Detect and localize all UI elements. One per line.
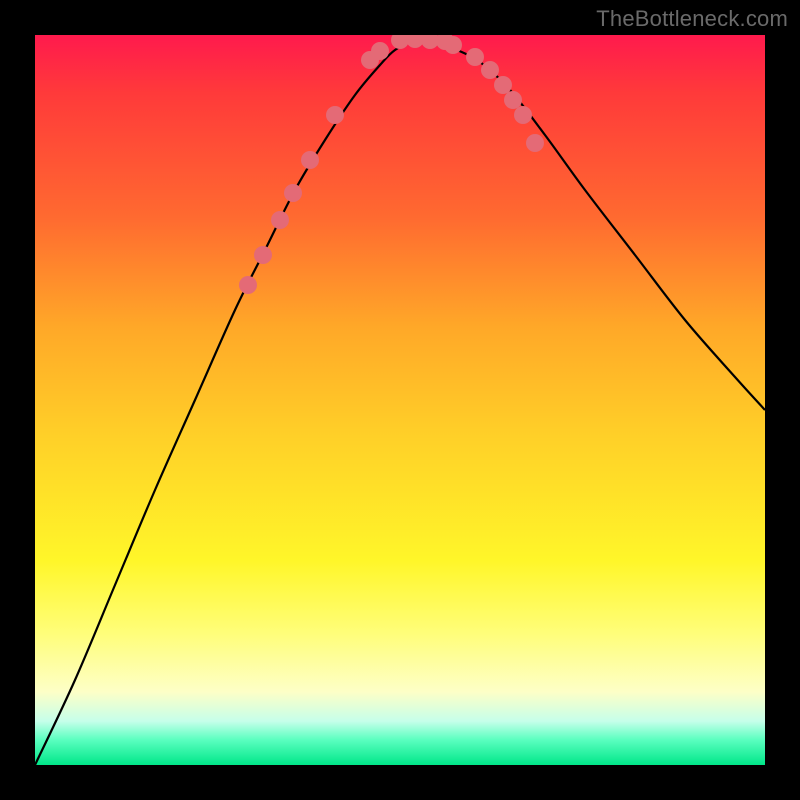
data-marker	[444, 36, 462, 54]
data-marker	[514, 106, 532, 124]
chart-frame: TheBottleneck.com	[0, 0, 800, 800]
watermark-text: TheBottleneck.com	[596, 6, 788, 32]
data-marker	[481, 61, 499, 79]
marker-group	[239, 35, 544, 294]
data-marker	[239, 276, 257, 294]
data-marker	[254, 246, 272, 264]
bottleneck-curve	[35, 39, 765, 765]
plot-area	[35, 35, 765, 765]
data-marker	[466, 48, 484, 66]
data-marker	[371, 42, 389, 60]
curve-svg	[35, 35, 765, 765]
data-marker	[301, 151, 319, 169]
data-marker	[504, 91, 522, 109]
data-marker	[494, 76, 512, 94]
data-marker	[326, 106, 344, 124]
data-marker	[271, 211, 289, 229]
data-marker	[284, 184, 302, 202]
data-marker	[526, 134, 544, 152]
